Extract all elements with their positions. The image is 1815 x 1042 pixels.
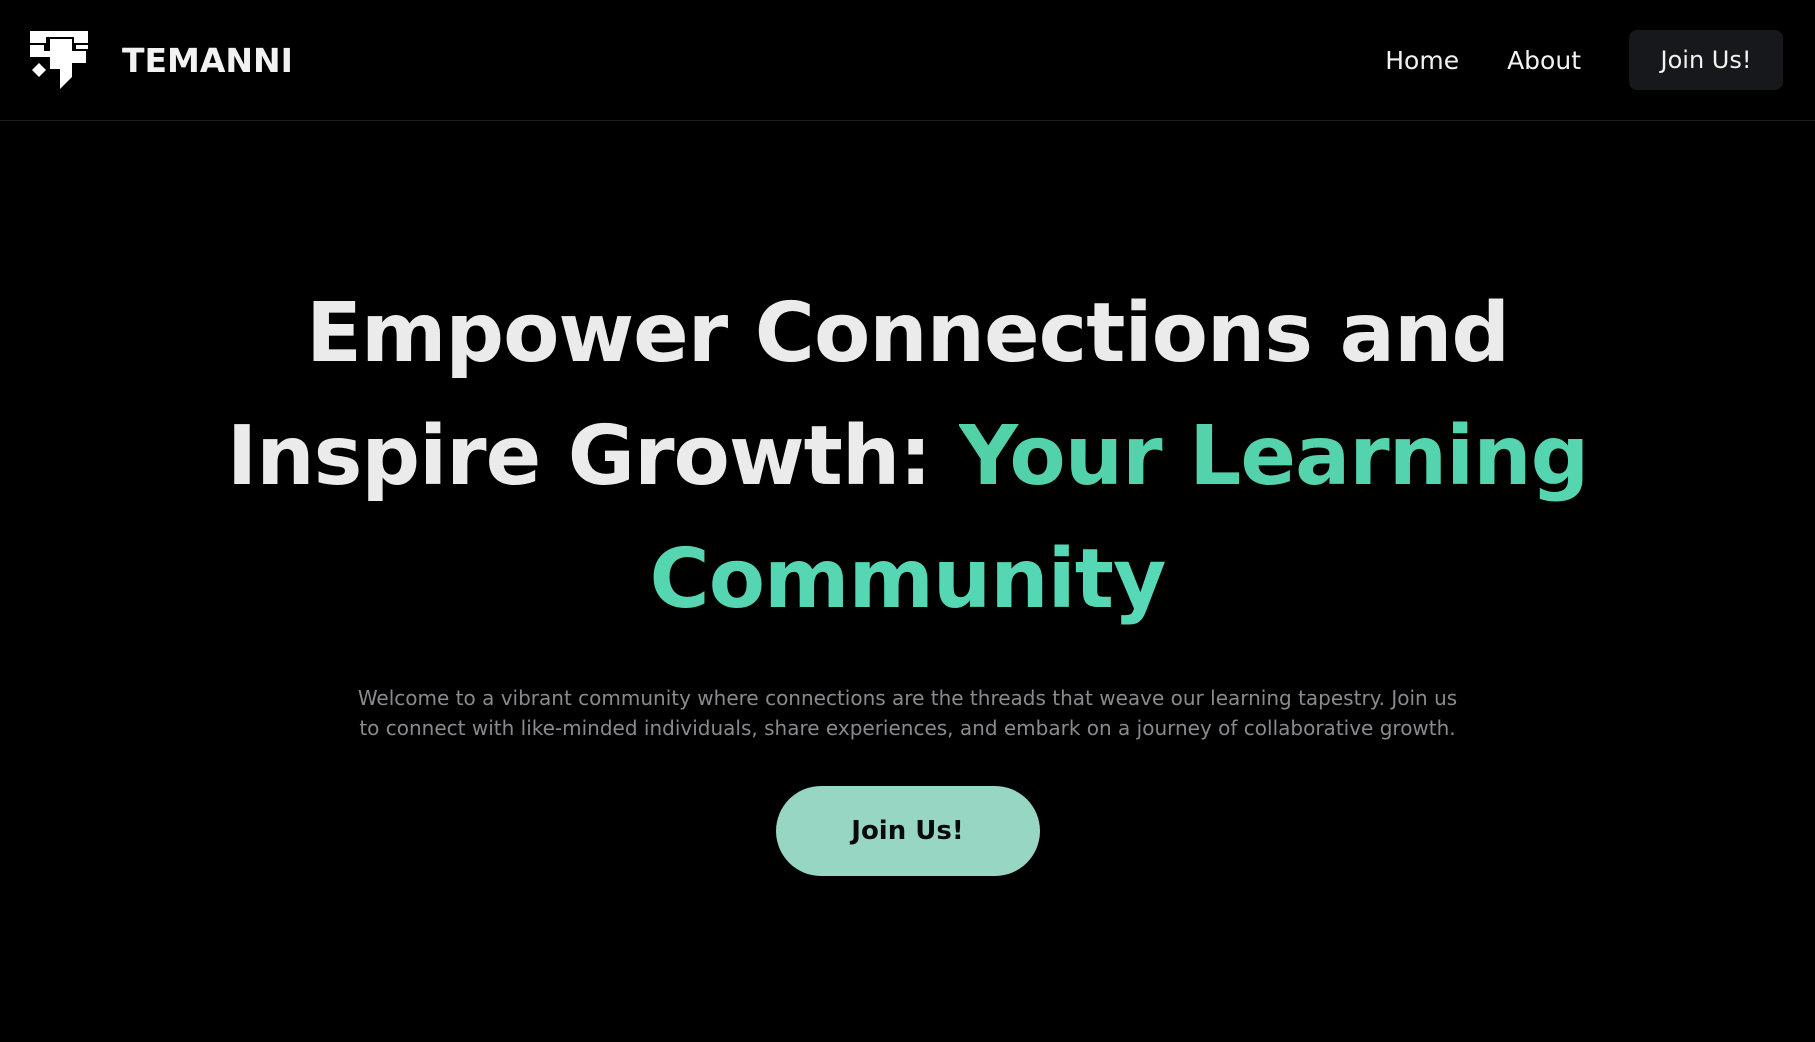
hero-section: Empower Connections and Inspire Growth: …: [0, 122, 1815, 876]
temanni-logo-icon: [30, 31, 88, 89]
hero-join-button[interactable]: Join Us!: [775, 786, 1040, 876]
main-nav: Home About Join Us!: [1385, 30, 1785, 90]
nav-join-button[interactable]: Join Us!: [1629, 30, 1783, 90]
hero-description: Welcome to a vibrant community where con…: [357, 686, 1458, 740]
brand-name: TEMANNI: [122, 40, 293, 80]
brand[interactable]: TEMANNI: [30, 29, 293, 91]
nav-link-home[interactable]: Home: [1385, 46, 1459, 75]
site-header: TEMANNI Home About Join Us!: [0, 0, 1815, 121]
landing-page: TEMANNI Home About Join Us! Empower Conn…: [0, 0, 1815, 1042]
hero-headline: Empower Connections and Inspire Growth: …: [208, 272, 1608, 641]
nav-link-about[interactable]: About: [1507, 46, 1581, 75]
